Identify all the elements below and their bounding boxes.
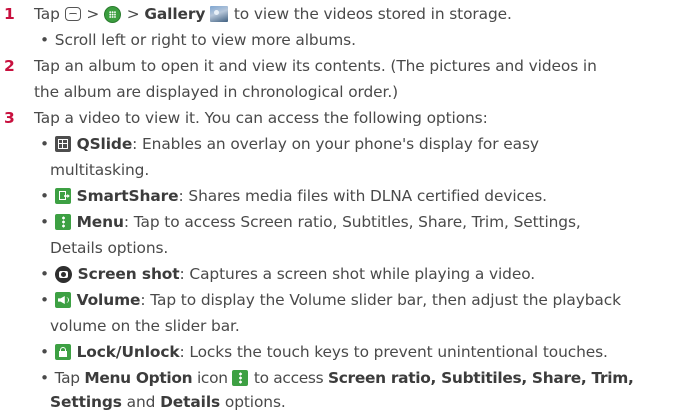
step-1-number: 1 — [4, 5, 15, 23]
bullet-dot: • — [40, 369, 49, 387]
gallery-icon — [210, 6, 229, 22]
option-smartshare-title: SmartShare — [76, 187, 179, 205]
apps-icon — [103, 6, 121, 23]
step-2-line-1: Tap an album to open it and view its con… — [34, 57, 597, 75]
option-volume: • Volume: Tap to display the Volume slid… — [40, 290, 621, 310]
option-menu-title: Menu — [76, 213, 124, 231]
option-smartshare-desc: : Shares media files with DLNA certified… — [178, 187, 548, 205]
lock-icon — [54, 344, 71, 360]
bullet-dot: • — [40, 343, 49, 361]
step-3-number: 3 — [4, 109, 15, 127]
menu-option-and: and — [126, 393, 156, 411]
home-key-icon — [64, 7, 81, 21]
step-2-number: 2 — [4, 57, 15, 75]
option-qslide-title: QSlide — [76, 135, 133, 153]
bullet-dot: • — [40, 291, 49, 309]
smartshare-icon — [54, 188, 71, 204]
option-lock: • Lock/Unlock: Locks the touch keys to p… — [40, 342, 608, 362]
step-3-line-1: Tap a video to view it. You can access t… — [34, 109, 488, 127]
step-1-gallery: Gallery — [144, 5, 206, 23]
option-menu-desc: : Tap to access Screen ratio, Subtitles,… — [123, 213, 581, 231]
menu-option-access: to access — [253, 369, 324, 387]
menu-option-end: options. — [224, 393, 286, 411]
option-qslide-desc: : Enables an overlay on your phone's dis… — [132, 135, 539, 153]
option-screenshot-title: Screen shot — [77, 265, 180, 283]
option-volume-desc: : Tap to display the Volume slider bar, … — [140, 291, 621, 309]
step-2-line-2: the album are displayed in chronological… — [34, 83, 399, 101]
bullet-dot: • — [40, 187, 49, 205]
volume-icon — [54, 292, 71, 308]
step-1-gt1: > — [86, 5, 100, 23]
step-1-bullet-text: Scroll left or right to view more albums… — [54, 31, 356, 49]
option-volume-title: Volume — [76, 291, 141, 309]
step-1-line: Tap > > Gallery to view the videos store… — [34, 4, 512, 24]
menu-option-bold-3: Details — [160, 393, 221, 411]
step-1-bullet: • Scroll left or right to view more albu… — [40, 30, 356, 50]
option-menu: • Menu: Tap to access Screen ratio, Subt… — [40, 212, 581, 232]
bullet-dot: • — [40, 213, 49, 231]
screen-shot-icon — [54, 266, 72, 283]
option-menu-line-2: Details options. — [50, 239, 169, 257]
option-qslide: • QSlide: Enables an overlay on your pho… — [40, 134, 539, 154]
step-1-gt2: > — [126, 5, 140, 23]
bullet-dot: • — [40, 135, 49, 153]
menu-icon — [54, 214, 71, 230]
qslide-icon — [54, 136, 71, 152]
bullet-dot: • — [40, 31, 49, 49]
menu-option-bold-1: Screen ratio, Subtitiles, Share, Trim, — [327, 369, 634, 387]
option-qslide-line-2: multitasking. — [50, 161, 150, 179]
menu-option-title: Menu Option — [84, 369, 193, 387]
menu-option-icon — [232, 370, 249, 386]
option-lock-desc: : Locks the touch keys to prevent uninte… — [179, 343, 608, 361]
step-1-tap: Tap — [34, 5, 60, 23]
menu-option-bold-2: Settings — [50, 393, 122, 411]
option-screenshot: • Screen shot: Captures a screen shot wh… — [40, 264, 535, 284]
option-lock-title: Lock/Unlock — [76, 343, 180, 361]
step-1-rest: to view the videos stored in storage. — [233, 5, 512, 23]
bullet-dot: • — [40, 265, 49, 283]
option-screenshot-desc: : Captures a screen shot while playing a… — [179, 265, 536, 283]
manual-page: 1 Tap > > Gallery to view the videos sto… — [0, 0, 691, 415]
option-menu-option: • Tap Menu Option icon to access Screen … — [40, 368, 634, 388]
menu-option-tap: Tap — [54, 369, 80, 387]
option-smartshare: • SmartShare: Shares media files with DL… — [40, 186, 547, 206]
option-menu-option-line-2: Settings and Details options. — [50, 392, 286, 412]
option-volume-line-2: volume on the slider bar. — [50, 317, 240, 335]
menu-option-icon-word: icon — [196, 369, 228, 387]
